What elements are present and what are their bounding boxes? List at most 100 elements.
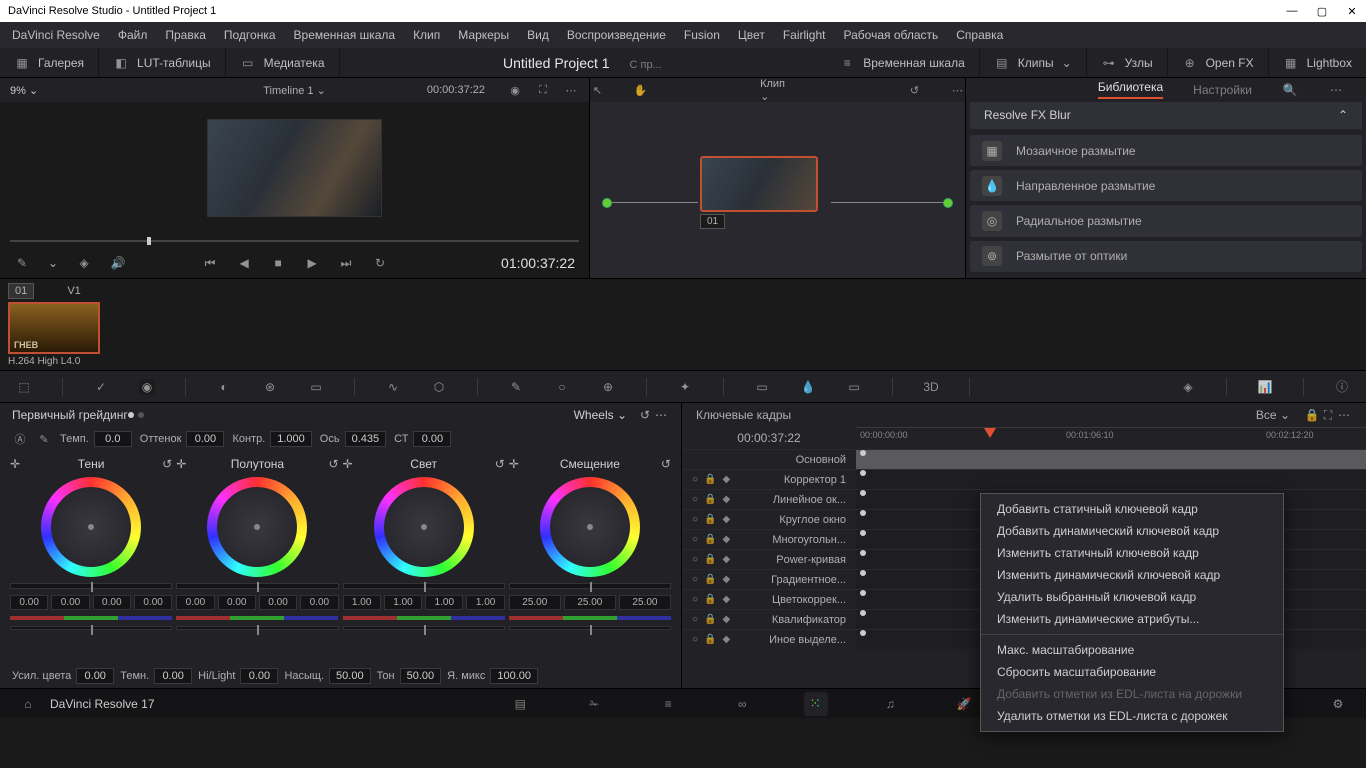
more-icon[interactable]: ⋯	[653, 407, 669, 423]
warper-icon[interactable]: ⬡	[431, 379, 447, 395]
wheel-value[interactable]: 0.00	[176, 595, 214, 610]
key-icon[interactable]: 💧	[800, 379, 816, 395]
keyframe-mode-icon[interactable]: ◈	[1180, 379, 1196, 395]
reset-icon[interactable]: ↺	[328, 457, 338, 471]
diamond-icon[interactable]: ◆	[723, 494, 731, 505]
context-menu-item[interactable]: Удалить выбранный ключевой кадр	[981, 586, 1283, 608]
context-menu-item[interactable]: Изменить статичный ключевой кадр	[981, 542, 1283, 564]
context-menu-item[interactable]: Изменить динамические атрибуты...	[981, 608, 1283, 630]
expand-icon[interactable]: ⛶	[535, 82, 551, 98]
prev-clip-icon[interactable]: ⏮	[202, 255, 218, 271]
lock-icon[interactable]: 🔒	[1304, 407, 1320, 423]
fx-item[interactable]: ▦Мозаичное размытие	[970, 135, 1362, 166]
master-slider[interactable]	[509, 583, 671, 589]
context-menu-item[interactable]: Изменить динамический ключевой кадр	[981, 564, 1283, 586]
hdr-icon[interactable]: ◐	[216, 379, 232, 395]
reset-icon[interactable]: ↺	[637, 407, 653, 423]
nodegraph-canvas[interactable]: 01	[590, 102, 965, 278]
bypass-icon[interactable]: ○	[692, 614, 698, 625]
more-icon[interactable]: ⋯	[563, 82, 579, 98]
check-icon[interactable]: ✓	[93, 379, 109, 395]
lock-icon[interactable]: 🔒	[704, 494, 716, 505]
nodes-button[interactable]: ⊶ Узлы	[1087, 48, 1168, 77]
keyframe-ruler[interactable]: 00:00:37:22 00:00:00:00 00:01:06:10 00:0…	[682, 427, 1366, 449]
context-menu-item[interactable]: Удалить отметки из EDL-листа с дорожек	[981, 705, 1283, 727]
hand-icon[interactable]: ✋	[633, 82, 648, 98]
loop-icon[interactable]: ↻	[372, 255, 388, 271]
diamond-icon[interactable]: ◆	[723, 614, 731, 625]
sizing-icon[interactable]: ▭	[846, 379, 862, 395]
fx-item[interactable]: ◎Радиальное размытие	[970, 205, 1362, 236]
page-cut[interactable]: ✁	[582, 692, 606, 716]
highlights-input[interactable]: 0.00	[240, 668, 278, 684]
lock-icon[interactable]: 🔒	[704, 614, 716, 625]
blur-icon[interactable]: ▭	[754, 379, 770, 395]
master-slider[interactable]	[10, 583, 172, 589]
hue-input[interactable]: 50.00	[400, 668, 442, 684]
page-media[interactable]: ▤	[508, 692, 532, 716]
window-icon[interactable]: ○	[554, 379, 570, 395]
tint-input[interactable]: 0.00	[186, 431, 224, 447]
wheel-value[interactable]: 1.00	[384, 595, 422, 610]
diamond-icon[interactable]: ◆	[723, 574, 731, 585]
media-button[interactable]: ▭ Медиатека	[226, 48, 340, 77]
clip-number[interactable]: 01	[8, 283, 34, 299]
search-icon[interactable]: 🔍	[1282, 82, 1298, 98]
keyframe-marker[interactable]	[860, 490, 866, 496]
3d-icon[interactable]: 3D	[923, 379, 939, 395]
openfx-button[interactable]: ⊕ Open FX	[1168, 48, 1269, 77]
bypass-icon[interactable]: ○	[692, 594, 698, 605]
crosshair-icon[interactable]: ✛	[509, 457, 519, 471]
window-close[interactable]: ✕	[1346, 5, 1358, 18]
node-output[interactable]	[943, 198, 953, 208]
camera-raw-icon[interactable]: ⬚	[16, 379, 32, 395]
diamond-icon[interactable]: ◆	[723, 534, 731, 545]
menu-item[interactable]: Правка	[165, 28, 206, 42]
wheel-value[interactable]: 0.00	[10, 595, 48, 610]
menu-item[interactable]: Рабочая область	[844, 28, 939, 42]
more-icon[interactable]: ⋯	[950, 82, 965, 98]
node-input[interactable]	[602, 198, 612, 208]
keyframe-track[interactable]: Основной	[682, 449, 1366, 469]
menu-item[interactable]: Вид	[527, 28, 549, 42]
kf-filter[interactable]: Все ⌄	[1256, 408, 1290, 422]
wheel-value[interactable]: 25.00	[564, 595, 616, 610]
contrast-input[interactable]: 1.000	[270, 431, 312, 447]
keyframe-marker[interactable]	[860, 530, 866, 536]
bypass-icon[interactable]: ○	[692, 474, 698, 485]
lock-icon[interactable]: 🔒	[704, 574, 716, 585]
playhead[interactable]	[984, 428, 996, 438]
pointer-icon[interactable]: ↖	[590, 82, 605, 98]
keyframe-marker[interactable]	[860, 570, 866, 576]
timeline-button[interactable]: ≡ Временная шкала	[825, 48, 980, 77]
wheel-value[interactable]: 25.00	[509, 595, 561, 610]
color-wheel[interactable]	[207, 477, 307, 577]
menu-item[interactable]: Маркеры	[458, 28, 509, 42]
picker-icon[interactable]: ✎	[36, 431, 52, 447]
bypass-icon[interactable]: ○	[692, 634, 698, 645]
timeline-name[interactable]: Timeline 1 ⌄	[263, 84, 326, 97]
context-menu-item[interactable]: Добавить статичный ключевой кадр	[981, 498, 1283, 520]
clips-dropdown[interactable]: ▤ Клипы ⌄	[980, 48, 1087, 77]
reset-icon[interactable]: ↺	[495, 457, 505, 471]
play-icon[interactable]: ▶	[304, 255, 320, 271]
tab-settings[interactable]: Настройки	[1193, 83, 1252, 97]
next-clip-icon[interactable]: ⏭	[338, 255, 354, 271]
fx-item[interactable]: 💧Направленное размытие	[970, 170, 1362, 201]
wheel-value[interactable]: 0.00	[218, 595, 256, 610]
keyframe-marker[interactable]	[860, 450, 866, 456]
page-deliver[interactable]: 🚀	[952, 692, 976, 716]
speaker-icon[interactable]: 🔊	[110, 255, 126, 271]
reset-icon[interactable]: ↺	[162, 457, 172, 471]
eyedropper-icon[interactable]: ✎	[14, 255, 30, 271]
shadows-input[interactable]: 0.00	[154, 668, 192, 684]
crosshair-icon[interactable]: ✛	[10, 457, 20, 471]
lock-icon[interactable]: 🔒	[704, 594, 716, 605]
bypass-icon[interactable]: ○	[692, 534, 698, 545]
lummix-input[interactable]: 100.00	[490, 668, 538, 684]
keyframe-marker[interactable]	[860, 510, 866, 516]
temp-input[interactable]: 0.0	[94, 431, 132, 447]
bypass-icon[interactable]: ○	[692, 514, 698, 525]
wheel-value[interactable]: 0.00	[300, 595, 338, 610]
pivot-input[interactable]: 0.435	[345, 431, 387, 447]
